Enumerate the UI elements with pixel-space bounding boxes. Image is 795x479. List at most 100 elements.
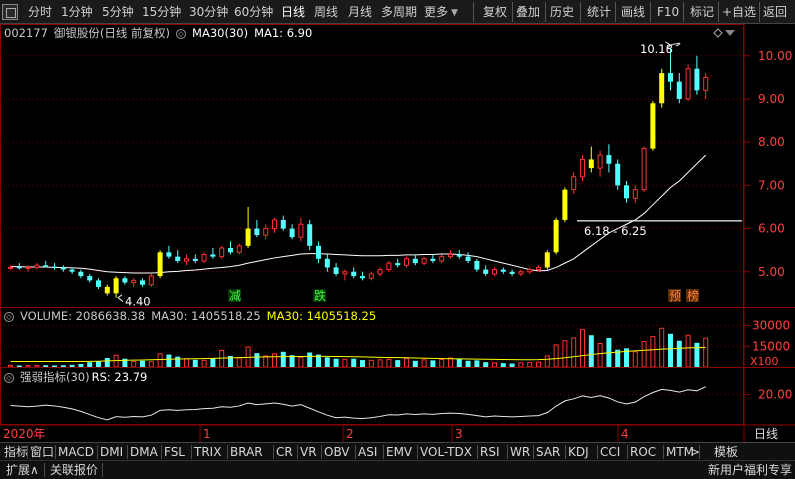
candle-body — [351, 271, 357, 277]
volume-bar — [34, 364, 40, 368]
indicator-tab-emv[interactable]: EMV — [386, 444, 412, 460]
event-tag-board: 榜 — [687, 288, 699, 303]
indicator-tab-trix[interactable]: TRIX — [194, 444, 221, 460]
period-monthly[interactable]: 月线 — [348, 3, 372, 21]
candle — [8, 265, 13, 270]
indicator-tab-cr[interactable]: CR — [276, 444, 293, 460]
candle — [122, 276, 128, 285]
indicator-tab-vol-tdx[interactable]: VOL-TDX — [420, 444, 472, 460]
candle-body — [254, 228, 260, 236]
tab-divider — [417, 445, 418, 459]
f10-button[interactable]: F10 — [657, 3, 679, 21]
back-button[interactable]: 返回 — [763, 3, 787, 21]
candle-body — [34, 264, 40, 268]
history-button[interactable]: 历史 — [550, 3, 574, 21]
expand-button[interactable]: 扩展∧ — [6, 462, 39, 479]
indicator-tab-roc[interactable]: ROC — [630, 444, 656, 460]
volume-bar — [263, 355, 269, 368]
volume-bar — [280, 351, 286, 367]
tab-divider — [127, 445, 128, 459]
indicator-tab-dma[interactable]: DMA — [130, 444, 158, 460]
volume-bar — [43, 365, 49, 367]
period-daily[interactable]: 日线 — [281, 3, 305, 21]
month-label: 4 — [621, 427, 629, 441]
candle-body — [659, 73, 665, 104]
period-60min[interactable]: 60分钟 — [234, 3, 273, 21]
chevron-down-icon[interactable]: ▼ — [451, 4, 458, 22]
volume-bar — [430, 360, 436, 367]
new-user-promo-link[interactable]: 新用户福利专享 — [708, 462, 792, 479]
candle — [201, 252, 207, 264]
related-quotes-button[interactable]: 关联报价 — [50, 462, 98, 479]
price-tick-label: 9.00 — [758, 92, 785, 106]
candle — [87, 273, 93, 283]
candle-body — [544, 252, 550, 268]
price-tick-label: 8.00 — [758, 135, 785, 149]
indicator-tab-vr[interactable]: VR — [300, 444, 317, 460]
collapse-icon[interactable]: ◇ — [176, 28, 187, 39]
candle-body — [474, 260, 480, 270]
indicator-tab-fsl[interactable]: FSL — [164, 444, 185, 460]
tab-divider — [321, 445, 322, 459]
period-15min[interactable]: 15分钟 — [142, 3, 181, 21]
tabs-more-button[interactable]: > — [690, 444, 700, 460]
rsi-info-line: ◇ 强弱指标(30) RS: 23.79 — [4, 370, 153, 384]
event-tag-forecast: 预 — [669, 289, 681, 303]
volume-bar — [140, 360, 145, 367]
candle — [104, 284, 110, 296]
diamond-marker-icon[interactable] — [713, 28, 723, 38]
candle-body — [148, 275, 154, 286]
period-multi[interactable]: 多周期 — [381, 3, 417, 21]
period-5min[interactable]: 5分钟 — [102, 3, 134, 21]
volume-bar — [483, 362, 489, 367]
indicator-tab-kdj[interactable]: KDJ — [568, 444, 589, 460]
template-button[interactable]: 模板 — [714, 444, 738, 460]
candle-body — [597, 154, 603, 169]
candle — [192, 254, 198, 264]
candle-body — [641, 148, 647, 191]
tab-divider — [533, 445, 534, 459]
window-menu-icon[interactable] — [2, 4, 18, 20]
rsi-label: 强弱指标(30) — [20, 370, 90, 384]
period-intraday[interactable]: 分时 — [28, 3, 52, 21]
volume-bar — [272, 353, 277, 368]
bottom-divider — [102, 463, 103, 477]
volume-bar — [580, 329, 585, 368]
volume-bar — [404, 358, 409, 368]
period-1min[interactable]: 1分钟 — [61, 3, 93, 21]
draw-line-button[interactable]: 画线 — [621, 3, 645, 21]
stats-button[interactable]: 统计 — [587, 3, 611, 21]
toolbar-divider — [512, 2, 513, 22]
indicator-tab-brar[interactable]: BRAR — [230, 444, 263, 460]
indicator-tab-dmi[interactable]: DMI — [100, 444, 123, 460]
indicator-tab-[interactable]: 指标 — [4, 444, 28, 460]
mark-button[interactable]: 标记 — [690, 3, 714, 21]
add-watchlist-button[interactable]: +自选 — [722, 3, 756, 21]
volume-ma-label-yellow: MA30: 1405518.25 — [266, 309, 377, 323]
period-weekly[interactable]: 周线 — [314, 3, 338, 21]
indicator-tab-wr[interactable]: WR — [510, 444, 530, 460]
indicator-tab-obv[interactable]: OBV — [324, 444, 350, 460]
volume-bar — [8, 364, 13, 368]
triangle-marker-icon[interactable] — [725, 30, 735, 36]
overlay-button[interactable]: 叠加 — [516, 3, 540, 21]
volume-bar — [632, 351, 638, 368]
candle — [236, 243, 242, 255]
volume-bar — [157, 353, 163, 368]
collapse-icon[interactable]: ◇ — [4, 311, 14, 322]
stock-mode: (日线 前复权) — [99, 26, 171, 40]
fuquan-button[interactable]: 复权 — [483, 3, 507, 21]
indicator-tab-macd[interactable]: MACD — [58, 444, 94, 460]
collapse-icon[interactable]: ◇ — [4, 372, 14, 383]
indicator-tab-asi[interactable]: ASI — [358, 444, 377, 460]
volume-bar — [104, 358, 110, 367]
bottom-divider — [44, 463, 45, 477]
indicator-tab-rsi[interactable]: RSI — [480, 444, 500, 460]
period-more[interactable]: 更多 — [424, 3, 448, 21]
indicator-tab-sar[interactable]: SAR — [536, 444, 560, 460]
indicator-tab-cci[interactable]: CCI — [600, 444, 620, 460]
price-tick-label: 5.00 — [758, 265, 785, 279]
indicator-tab-[interactable]: 窗口 — [30, 444, 54, 460]
candle-body — [43, 265, 49, 267]
period-30min[interactable]: 30分钟 — [189, 3, 228, 21]
